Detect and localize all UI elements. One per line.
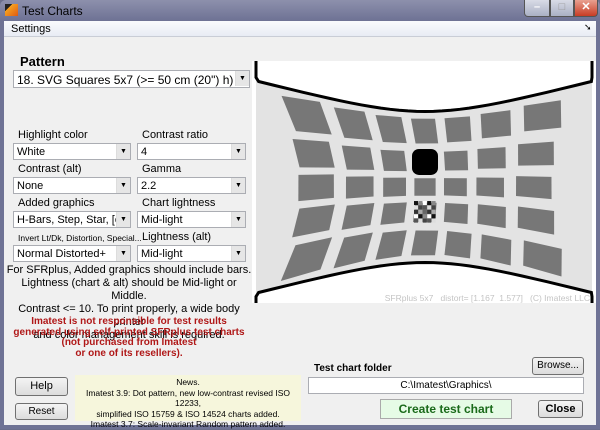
slanted-square — [476, 177, 505, 198]
grayscale-patch — [422, 209, 427, 214]
slanted-square — [292, 138, 335, 168]
grayscale-patch — [427, 218, 432, 223]
grayscale-patch — [422, 218, 427, 223]
grayscale-patch — [427, 214, 432, 219]
grayscale-patch — [418, 218, 423, 223]
grayscale-patch — [414, 218, 418, 223]
chevron-down-icon: ▼ — [116, 246, 130, 261]
grayscale-patch — [431, 214, 436, 219]
slanted-square — [443, 178, 467, 197]
title-bar: Test Charts – □ ✕ — [0, 0, 600, 20]
grayscale-patch — [422, 205, 427, 210]
chart-preview-image — [254, 34, 594, 340]
slanted-square — [518, 141, 554, 166]
chevron-down-icon: ▼ — [235, 71, 249, 86]
grayscale-patch — [414, 201, 418, 206]
window-title: Test Charts — [22, 4, 83, 18]
grayscale-patch — [431, 218, 436, 223]
chevron-down-icon: ▼ — [116, 178, 130, 193]
grayscale-patch — [422, 201, 427, 206]
contrast-alt-label: Contrast (alt) — [18, 163, 82, 175]
slanted-square — [516, 176, 552, 200]
star-target — [412, 148, 438, 175]
highlight-color-label: Highlight color — [18, 129, 88, 141]
chevron-down-icon: ▼ — [231, 144, 245, 159]
grayscale-patch — [414, 214, 418, 219]
news-box: News. Imatest 3.9: Dot pattern, new low-… — [75, 375, 301, 429]
window: Test Charts – □ ✕ Settings ➘ Pattern 18.… — [0, 0, 600, 429]
chevron-down-icon: ▼ — [116, 212, 130, 227]
slanted-square — [380, 149, 407, 172]
minimize-button[interactable]: – — [524, 0, 550, 17]
chevron-down-icon: ▼ — [231, 246, 245, 261]
grayscale-patch — [431, 201, 436, 206]
slanted-square — [383, 177, 406, 197]
close-window-button[interactable]: ✕ — [574, 0, 598, 17]
slanted-square — [298, 174, 334, 202]
slanted-square — [410, 230, 439, 256]
grayscale-patch — [418, 209, 423, 214]
maximize-button[interactable]: □ — [550, 0, 574, 17]
slanted-square — [380, 202, 407, 225]
lightness-alt-label: Lightness (alt) — [142, 231, 212, 243]
grayscale-patch — [422, 214, 427, 219]
slanted-square — [444, 231, 472, 259]
gamma-select[interactable]: 2.2 ▼ — [137, 177, 246, 194]
chart-lightness-label: Chart lightness — [142, 197, 216, 209]
slanted-square — [443, 150, 469, 171]
invert-distortion-special-select[interactable]: Normal Distorted+ ▼ — [13, 245, 131, 262]
slanted-square — [480, 110, 512, 139]
menu-bar: Settings ➘ — [4, 21, 596, 37]
help-button[interactable]: Help — [15, 377, 68, 396]
menu-settings[interactable]: Settings — [11, 23, 51, 35]
grayscale-patch — [427, 205, 432, 210]
chart-lightness-select[interactable]: Mid-light ▼ — [137, 211, 246, 228]
pattern-select[interactable]: 18. SVG Squares 5x7 (>= 50 cm (20") h) ▼ — [13, 70, 250, 88]
preview-caption: SFRplus 5x7 distort= [1.167 1.577] (C) I… — [384, 293, 590, 303]
added-graphics-select[interactable]: H-Bars, Step, Star, [o] ▼ — [13, 211, 131, 228]
chart-preview: SFRplus 5x7 distort= [1.167 1.577] (C) I… — [252, 34, 596, 340]
pattern-label: Pattern — [20, 54, 65, 69]
contrast-ratio-label: Contrast ratio — [142, 129, 209, 141]
chevron-down-icon: ▼ — [116, 144, 130, 159]
chevron-down-icon: ▼ — [231, 212, 245, 227]
folder-label: Test chart folder — [314, 363, 392, 374]
grayscale-patch — [418, 205, 423, 210]
slanted-square — [410, 118, 439, 144]
grayscale-patch — [427, 209, 432, 214]
contrast-ratio-select[interactable]: 4 ▼ — [137, 143, 246, 160]
contrast-alt-select[interactable]: None ▼ — [13, 177, 131, 194]
grayscale-patch — [427, 201, 432, 206]
slanted-square — [345, 176, 374, 199]
undock-arrow-icon[interactable]: ➘ — [584, 22, 592, 33]
grayscale-patch — [418, 201, 423, 206]
slanted-square — [444, 116, 472, 143]
grayscale-patch — [431, 209, 436, 214]
matlab-icon — [5, 4, 18, 16]
slanted-square — [414, 178, 436, 196]
added-graphics-label: Added graphics — [18, 197, 95, 209]
browse-button[interactable]: Browse... — [532, 357, 584, 375]
invert-distortion-special-label: Invert Lt/Dk, Distortion, Special... — [18, 233, 142, 243]
create-test-chart-button[interactable]: Create test chart — [380, 399, 512, 419]
warning-text: Imatest is not responsible for test resu… — [13, 316, 245, 359]
grayscale-patch — [414, 209, 418, 214]
grayscale-patch — [431, 205, 436, 210]
slanted-square — [341, 145, 375, 170]
gamma-label: Gamma — [142, 163, 182, 175]
close-button[interactable]: Close — [538, 400, 583, 418]
grayscale-patch — [418, 214, 423, 219]
client-area: Pattern 18. SVG Squares 5x7 (>= 50 cm (2… — [4, 34, 596, 429]
grayscale-patch — [414, 205, 418, 210]
chevron-down-icon: ▼ — [231, 178, 245, 193]
slanted-square — [477, 147, 506, 169]
reset-button[interactable]: Reset — [15, 403, 68, 420]
lightness-alt-select[interactable]: Mid-light ▼ — [137, 245, 246, 262]
folder-input[interactable]: C:\Imatest\Graphics\ — [308, 377, 584, 394]
slanted-square — [443, 202, 469, 225]
highlight-color-select[interactable]: White ▼ — [13, 143, 131, 160]
